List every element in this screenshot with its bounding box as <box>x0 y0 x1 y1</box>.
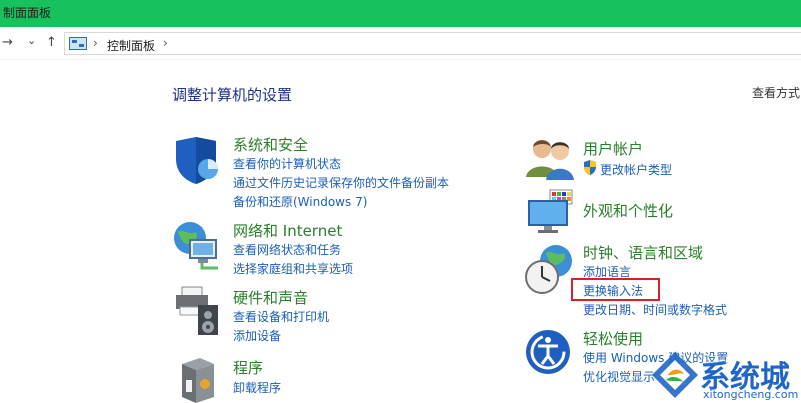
view-devices-printers-link[interactable]: 查看设备和打印机 <box>233 308 329 325</box>
view-computer-status-link[interactable]: 查看你的计算机状态 <box>233 155 341 172</box>
change-date-time-format-link[interactable]: 更改日期、时间或数字格式 <box>583 301 727 318</box>
watermark-url: xitongcheng.com <box>703 388 799 401</box>
recent-locations-chevron-down-icon[interactable]: ⌄ <box>27 33 36 49</box>
hardware-sound-title[interactable]: 硬件和声音 <box>233 287 308 308</box>
breadcrumb-chevron-icon[interactable]: › <box>163 36 168 50</box>
optimize-visual-display-link[interactable]: 优化视觉显示 <box>583 368 655 385</box>
system-security-title[interactable]: 系统和安全 <box>233 134 308 155</box>
view-by-label[interactable]: 查看方式 <box>752 84 800 101</box>
title-bar: 制面面板 <box>0 0 801 27</box>
programs-box-icon[interactable] <box>178 354 218 403</box>
window-title: 制面面板 <box>3 6 52 20</box>
watermark-logo-icon <box>652 352 698 398</box>
ease-of-access-icon[interactable] <box>524 328 574 376</box>
backup-restore-link[interactable]: 备份和还原(Windows 7) <box>233 193 367 210</box>
ease-of-access-title[interactable]: 轻松使用 <box>583 328 643 349</box>
breadcrumb-control-panel[interactable]: 控制面板 <box>107 37 155 54</box>
view-network-status-link[interactable]: 查看网络状态和任务 <box>233 241 341 258</box>
address-bar[interactable]: › 控制面板 › <box>64 32 801 55</box>
control-panel-window: 制面面板 → ⌄ ↑ › 控制面板 › 调整计算机的设置 查看方式 系统和安全 … <box>0 0 801 403</box>
uninstall-program-link[interactable]: 卸载程序 <box>233 379 281 396</box>
network-internet-title[interactable]: 网络和 Internet <box>233 220 342 241</box>
page-title: 调整计算机的设置 <box>172 86 293 104</box>
appearance-monitor-icon[interactable] <box>526 188 576 234</box>
breadcrumb-separator: › <box>93 36 98 50</box>
user-accounts-title[interactable]: 用户帐户 <box>583 138 643 159</box>
up-arrow-icon[interactable]: ↑ <box>46 35 57 51</box>
forward-arrow-icon[interactable]: → <box>2 35 13 51</box>
control-panel-icon <box>69 37 87 50</box>
homegroup-sharing-link[interactable]: 选择家庭组和共享选项 <box>233 260 353 277</box>
file-history-backup-link[interactable]: 通过文件历史记录保存你的文件备份副本 <box>233 174 449 191</box>
programs-title[interactable]: 程序 <box>233 357 263 378</box>
clock-globe-icon[interactable] <box>524 243 574 295</box>
uac-shield-icon <box>584 160 596 175</box>
highlight-annotation-box <box>571 278 660 301</box>
navigation-bar: → ⌄ ↑ › 控制面板 › <box>0 27 801 60</box>
user-accounts-icon[interactable] <box>526 135 576 181</box>
appearance-personalization-title[interactable]: 外观和个性化 <box>583 200 673 221</box>
change-account-type-link[interactable]: 更改帐户类型 <box>600 161 672 178</box>
clock-language-region-title[interactable]: 时钟、语言和区域 <box>583 242 703 263</box>
shield-icon[interactable] <box>172 135 222 185</box>
site-watermark: 系统城 xitongcheng.com <box>650 350 801 403</box>
printer-speaker-icon[interactable] <box>172 285 222 337</box>
network-globe-icon[interactable] <box>172 218 222 270</box>
add-device-link[interactable]: 添加设备 <box>233 327 281 344</box>
